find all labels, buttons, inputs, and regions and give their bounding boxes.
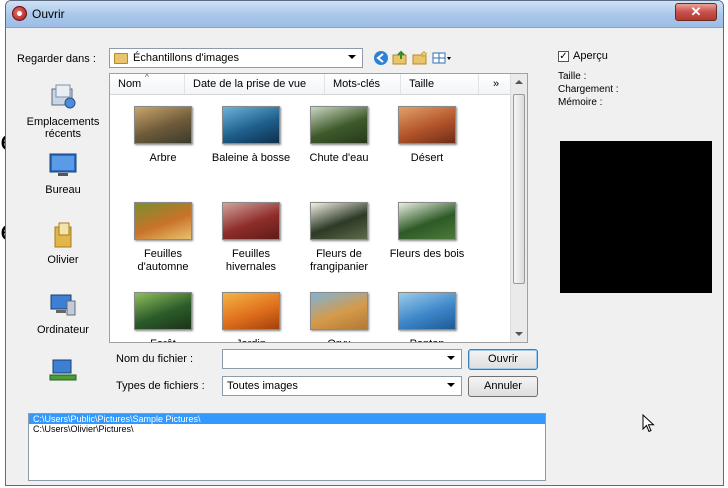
file-name: Arbre [149,152,177,164]
image-thumbnail [222,202,280,240]
file-item[interactable]: Fleurs de frangipanier [294,202,384,274]
desktop-icon [49,153,77,176]
app-icon [12,6,27,21]
image-thumbnail [398,106,456,144]
file-name: Baleine à bosse [211,152,291,164]
file-name: Feuilles d'automne [137,248,189,273]
filename-input[interactable] [222,349,462,369]
image-thumbnail [398,292,456,330]
scroll-up-icon[interactable] [515,80,523,84]
scroll-down-icon[interactable] [515,332,523,336]
image-thumbnail [310,202,368,240]
image-thumbnail [310,106,368,144]
filename-label: Nom du fichier : [116,353,194,365]
column-header-row: Nom ^ Date de la prise de vue Mots-clés T… [110,74,512,95]
chevron-down-icon [447,383,455,387]
chevron-down-icon [348,55,356,59]
place-label: Emplacements récents [26,116,100,140]
file-item[interactable]: Feuilles hivernales [206,202,296,274]
user-folder-icon [54,222,72,248]
recent-paths-list[interactable]: C:\Users\Public\Pictures\Sample Pictures… [28,413,546,481]
file-name: Forêt [118,338,208,342]
back-icon[interactable] [373,50,389,66]
filetype-label: Types de fichiers : [116,380,205,392]
cancel-button[interactable]: Annuler [468,376,538,397]
file-name: Jardin [206,338,296,342]
file-name: Fleurs de frangipanier [309,248,369,273]
file-name: Fleurs des bois [389,248,465,260]
open-button[interactable]: Ouvrir [468,349,538,370]
place-user[interactable]: Olivier [22,221,104,266]
file-item[interactable]: Ponton [382,292,472,342]
preview-checkbox[interactable]: ✓ [558,51,569,62]
close-button[interactable]: ✕ [675,3,717,21]
filetype-value: Toutes images [227,380,298,392]
place-recent[interactable]: Emplacements récents [22,83,104,140]
view-menu-icon[interactable] [432,50,454,66]
vertical-scrollbar[interactable] [510,74,527,342]
loading-label: Chargement : [558,84,619,95]
memory-label: Mémoire : [558,97,603,108]
place-label: Bureau [45,184,81,196]
column-keywords[interactable]: Mots-clés [325,74,401,94]
place-network[interactable] [22,357,104,390]
file-item[interactable]: Fleurs des bois [382,202,472,261]
column-name[interactable]: Nom ^ [110,74,185,94]
look-in-dropdown[interactable]: Échantillons d'images [109,48,363,68]
file-name: Oryx [294,338,384,342]
place-desktop[interactable]: Bureau [22,151,104,196]
scroll-thumb[interactable] [513,94,525,284]
place-label: Olivier [47,254,79,266]
open-dialog: Ouvrir ✕ Regarder dans : Échantillons d'… [5,0,724,486]
title-bar[interactable]: Ouvrir ✕ [6,1,723,28]
path-item[interactable]: C:\Users\Olivier\Pictures\ [29,424,545,434]
file-item[interactable]: Arbre [118,106,208,165]
mouse-cursor-icon [642,414,655,433]
computer-icon [50,294,76,316]
place-computer[interactable]: Ordinateur [22,291,104,336]
folder-icon [114,52,128,64]
place-label: Ordinateur [37,324,89,336]
file-name: Désert [410,152,444,164]
file-list[interactable]: Nom ^ Date de la prise de vue Mots-clés T… [109,73,528,343]
preview-pane: ✓ Aperçu Taille : Chargement : Mémoire : [554,39,722,485]
image-thumbnail [398,202,456,240]
file-item[interactable]: Oryx [294,292,384,342]
column-size[interactable]: Taille [401,74,479,94]
filetype-dropdown[interactable]: Toutes images [222,376,462,396]
preview-image-area [560,141,712,293]
up-folder-icon[interactable] [392,50,408,66]
image-thumbnail [222,292,280,330]
window-title: Ouvrir [32,7,65,21]
image-thumbnail [134,202,192,240]
size-label: Taille : [558,71,587,82]
image-thumbnail [134,292,192,330]
new-folder-icon[interactable] [412,50,428,66]
look-in-label: Regarder dans : [17,53,96,65]
file-item[interactable]: Feuilles d'automne [118,202,208,274]
image-thumbnail [310,292,368,330]
look-in-value: Échantillons d'images [133,52,240,64]
file-item[interactable]: Chute d'eau [294,106,384,165]
image-thumbnail [134,106,192,144]
file-item[interactable]: Forêt [118,292,208,342]
path-item[interactable]: C:\Users\Public\Pictures\Sample Pictures… [29,414,545,424]
file-name: Ponton [382,338,472,342]
file-name: Chute d'eau [309,152,369,164]
image-thumbnail [222,106,280,144]
places-bar: Emplacements récents Bureau Olivier Ordi… [22,73,104,381]
file-name: Feuilles hivernales [225,248,277,273]
recent-places-icon [51,84,76,109]
network-icon [49,359,77,381]
chevron-down-icon[interactable] [447,356,455,360]
column-date[interactable]: Date de la prise de vue [185,74,325,94]
file-item[interactable]: Jardin [206,292,296,342]
file-item[interactable]: Baleine à bosse [206,106,296,165]
more-columns-button[interactable]: » [479,74,512,94]
file-item[interactable]: Désert [382,106,472,165]
preview-checkbox-label: Aperçu [573,50,608,62]
